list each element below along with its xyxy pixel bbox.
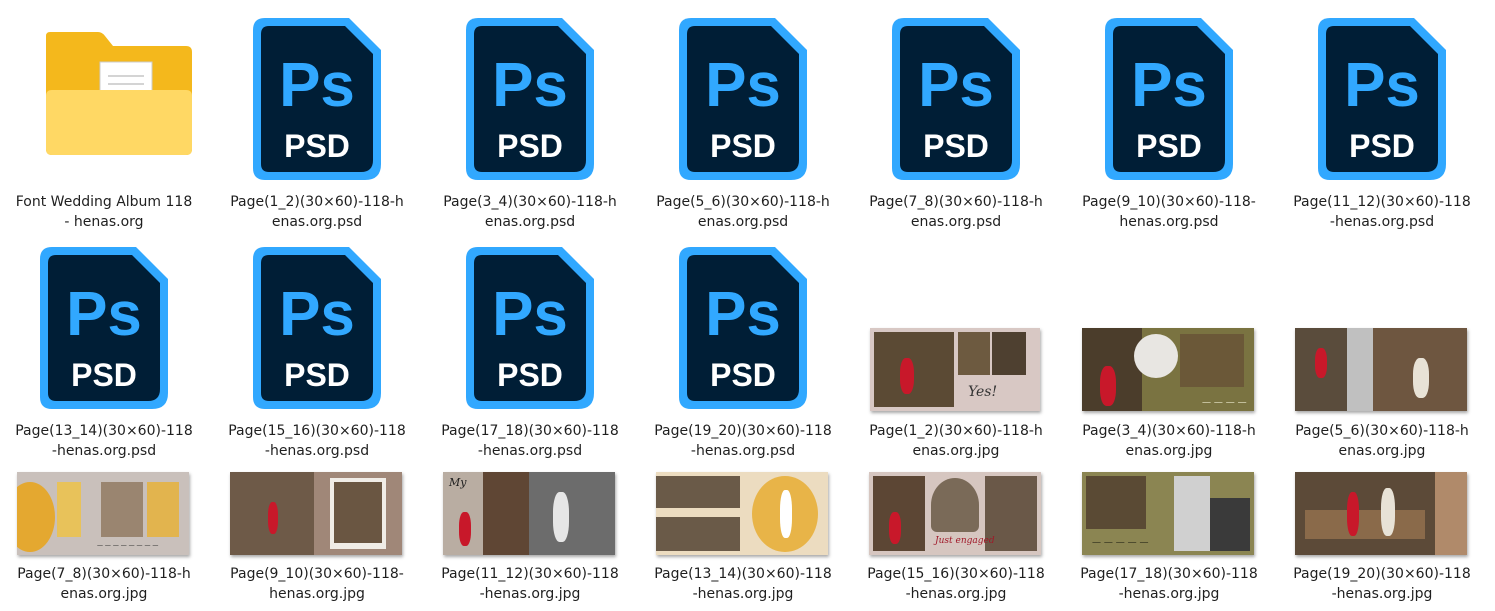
image-thumbnail	[1295, 328, 1467, 411]
svg-text:PSD: PSD	[1349, 128, 1415, 164]
image-thumbnail	[1295, 472, 1467, 555]
image-thumbnail	[230, 472, 402, 555]
file-name: Page(3_4)(30×60)-118-henas.org.jpg	[1082, 423, 1256, 459]
file-name: Page(9_10)(30×60)-118-henas.org.psd	[1082, 194, 1256, 230]
file-name: Page(17_18)(30×60)-118-henas.org.psd	[441, 423, 619, 459]
svg-text:Ps: Ps	[66, 280, 142, 349]
file-grid: Font Wedding Album 118 - henas.org Ps PS…	[0, 0, 1495, 611]
file-name: Page(5_6)(30×60)-118-henas.org.jpg	[1295, 423, 1469, 459]
file-name: Page(15_16)(30×60)-118-henas.org.jpg	[867, 566, 1045, 602]
svg-text:Ps: Ps	[1344, 51, 1420, 120]
file-name: Page(11_12)(30×60)-118-henas.org.jpg	[441, 566, 619, 602]
svg-text:PSD: PSD	[1136, 128, 1202, 164]
file-name: Page(7_8)(30×60)-118-henas.org.jpg	[17, 566, 191, 602]
svg-text:PSD: PSD	[284, 128, 350, 164]
file-name: Page(5_6)(30×60)-118-henas.org.psd	[656, 194, 830, 230]
svg-text:Ps: Ps	[492, 280, 568, 349]
svg-text:PSD: PSD	[497, 357, 563, 393]
file-name: Page(1_2)(30×60)-118-henas.org.jpg	[869, 423, 1043, 459]
file-name: Page(13_14)(30×60)-118-henas.org.psd	[15, 423, 193, 459]
image-thumbnail: Just engaged	[869, 472, 1041, 555]
file-name: Page(15_16)(30×60)-118-henas.org.psd	[228, 423, 406, 459]
file-name: Page(1_2)(30×60)-118-henas.org.psd	[230, 194, 404, 230]
image-thumbnail: — — — — — — — —	[17, 472, 189, 555]
image-thumbnail: — — — — —	[1082, 472, 1254, 555]
file-name: Page(19_20)(30×60)-118-henas.org.jpg	[1293, 566, 1471, 602]
image-thumbnail	[656, 472, 828, 555]
file-name: Page(9_10)(30×60)-118-henas.org.jpg	[230, 566, 404, 602]
svg-text:PSD: PSD	[923, 128, 989, 164]
svg-text:PSD: PSD	[497, 128, 563, 164]
file-name: Page(3_4)(30×60)-118-henas.org.psd	[443, 194, 617, 230]
file-name: Page(7_8)(30×60)-118-henas.org.psd	[869, 194, 1043, 230]
svg-text:Ps: Ps	[705, 280, 781, 349]
file-name: Page(19_20)(30×60)-118-henas.org.psd	[654, 423, 832, 459]
file-name: Font Wedding Album 118 - henas.org	[15, 194, 193, 230]
image-thumbnail: — — — —	[1082, 328, 1254, 411]
file-name: Page(13_14)(30×60)-118-henas.org.jpg	[654, 566, 832, 602]
svg-text:Ps: Ps	[705, 51, 781, 120]
svg-text:Ps: Ps	[492, 51, 568, 120]
svg-text:PSD: PSD	[710, 357, 776, 393]
image-thumbnail: Yes!	[870, 328, 1040, 411]
svg-text:Ps: Ps	[1131, 51, 1207, 120]
svg-text:Ps: Ps	[279, 280, 355, 349]
svg-text:Ps: Ps	[918, 51, 994, 120]
file-name: Page(11_12)(30×60)-118-henas.org.psd	[1293, 194, 1471, 230]
svg-text:PSD: PSD	[71, 357, 137, 393]
svg-text:PSD: PSD	[710, 128, 776, 164]
svg-text:PSD: PSD	[284, 357, 350, 393]
image-thumbnail: My	[443, 472, 615, 555]
file-name: Page(17_18)(30×60)-118-henas.org.jpg	[1080, 566, 1258, 602]
svg-text:Ps: Ps	[279, 51, 355, 120]
